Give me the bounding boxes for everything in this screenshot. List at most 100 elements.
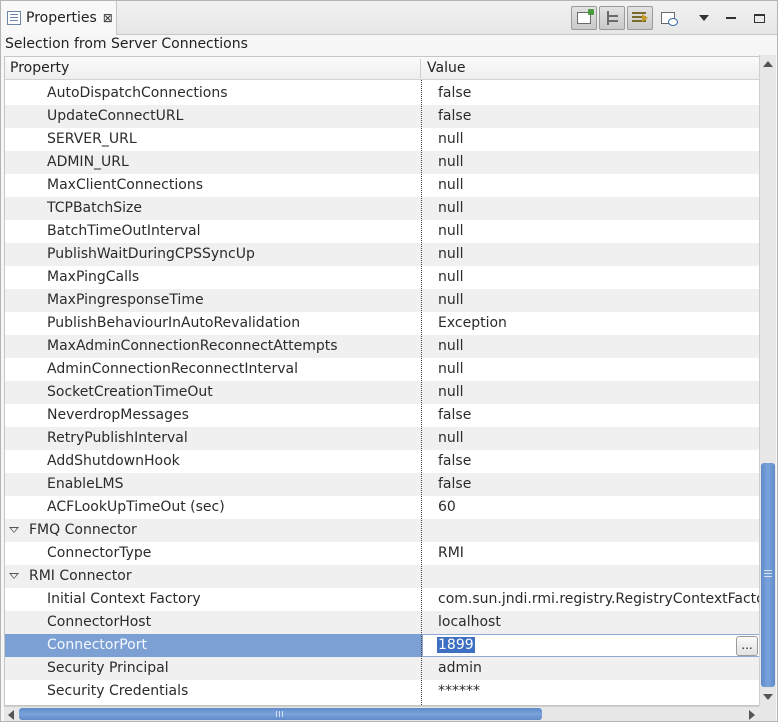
value-cell-editor[interactable]: 1899...: [422, 634, 761, 657]
expand-collapse-icon[interactable]: [9, 573, 19, 579]
property-name: MaxPingCalls: [47, 269, 140, 285]
minimize-button[interactable]: [718, 6, 744, 30]
table-row[interactable]: ACFLookUpTimeOut (sec) 60: [5, 496, 761, 519]
table-row[interactable]: ConnectorPort 1899...: [5, 634, 761, 657]
table-row[interactable]: AutoDispatchConnections false: [5, 82, 761, 105]
table-row[interactable]: BatchTimeOutInterval null: [5, 220, 761, 243]
table-row[interactable]: MaxAdminConnectionReconnectAttempts null: [5, 335, 761, 358]
pin-to-selection-button[interactable]: [571, 6, 597, 30]
maximize-button[interactable]: [746, 6, 772, 30]
property-value[interactable]: admin: [438, 660, 482, 676]
table-row[interactable]: AdminConnectionReconnectInterval null: [5, 358, 761, 381]
horizontal-scroll-thumb[interactable]: [19, 708, 542, 720]
column-divider[interactable]: [420, 59, 421, 78]
view-menu-button[interactable]: [691, 6, 717, 30]
property-value[interactable]: null: [438, 246, 464, 262]
properties-view: Properties ⊠ Selection from Server Conne…: [0, 0, 778, 722]
property-value[interactable]: null: [438, 154, 464, 170]
grip-icon: [276, 711, 277, 717]
property-value[interactable]: null: [438, 223, 464, 239]
properties-icon: [7, 11, 21, 25]
vertical-scrollbar[interactable]: [759, 55, 776, 706]
maximize-icon: [753, 13, 765, 23]
table-row[interactable]: SERVER_URL null: [5, 128, 761, 151]
restore-default-button[interactable]: [655, 6, 681, 30]
category-label: FMQ Connector: [29, 522, 137, 538]
show-categories-button[interactable]: [599, 6, 625, 30]
property-name: UpdateConnectURL: [47, 108, 184, 124]
scroll-left-icon[interactable]: [8, 710, 14, 720]
property-value[interactable]: localhost: [438, 614, 501, 630]
category-row[interactable]: RMI Connector: [5, 565, 761, 588]
table-row[interactable]: MaxPingCalls null: [5, 266, 761, 289]
property-name: ACFLookUpTimeOut (sec): [47, 499, 225, 515]
property-name: AdminConnectionReconnectInterval: [47, 361, 298, 377]
property-value[interactable]: null: [438, 292, 464, 308]
property-value[interactable]: false: [438, 453, 471, 469]
table-body: AutoDispatchConnections false UpdateConnec…: [5, 82, 775, 703]
property-name: EnableLMS: [47, 476, 124, 492]
property-value[interactable]: false: [438, 108, 471, 124]
horizontal-scrollbar[interactable]: [4, 706, 759, 721]
table-row[interactable]: PublishWaitDuringCPSSyncUp null: [5, 243, 761, 266]
view-tab-bar: Properties ⊠: [1, 1, 777, 35]
table-row[interactable]: Security Credentials ******: [5, 680, 761, 703]
table-row[interactable]: AddShutdownHook false: [5, 450, 761, 473]
property-name: PublishBehaviourInAutoRevalidation: [47, 315, 301, 331]
table-row[interactable]: SocketCreationTimeOut null: [5, 381, 761, 404]
property-value[interactable]: false: [438, 407, 471, 423]
view-menu-icon: [699, 15, 709, 21]
table-row[interactable]: Security Principal admin: [5, 657, 761, 680]
scroll-up-icon[interactable]: [763, 61, 773, 67]
expand-collapse-icon[interactable]: [9, 527, 19, 533]
property-value[interactable]: null: [438, 384, 464, 400]
property-value[interactable]: RMI: [438, 545, 464, 561]
table-row[interactable]: Initial Context Factory com.sun.jndi.rmi.…: [5, 588, 775, 611]
table-row[interactable]: UpdateConnectURL false: [5, 105, 761, 128]
table-row[interactable]: RetryPublishInterval null: [5, 427, 761, 450]
selection-title: Selection from Server Connections: [5, 36, 248, 52]
table-row[interactable]: EnableLMS false: [5, 473, 761, 496]
table-row[interactable]: MaxClientConnections null: [5, 174, 761, 197]
category-row[interactable]: FMQ Connector: [5, 519, 761, 542]
property-name: BatchTimeOutInterval: [47, 223, 201, 239]
property-value[interactable]: ******: [438, 683, 480, 699]
table-row[interactable]: MaxPingresponseTime null: [5, 289, 761, 312]
property-value[interactable]: null: [438, 131, 464, 147]
property-value[interactable]: Exception: [438, 315, 507, 331]
edit-value-button[interactable]: ...: [736, 636, 758, 656]
table-row[interactable]: NeverdropMessages false: [5, 404, 761, 427]
table-header: Property Value: [5, 57, 761, 80]
tree-icon: [605, 11, 619, 25]
property-value[interactable]: com.sun.jndi.rmi.registry.RegistryContex…: [438, 591, 775, 607]
table-row[interactable]: ADMIN_URL null: [5, 151, 761, 174]
table-row[interactable]: ConnectorHost localhost: [5, 611, 761, 634]
property-name: Security Principal: [47, 660, 169, 676]
property-value[interactable]: null: [438, 269, 464, 285]
table-row[interactable]: PublishBehaviourInAutoRevalidation Except…: [5, 312, 761, 335]
property-value[interactable]: null: [438, 430, 464, 446]
property-value[interactable]: null: [438, 338, 464, 354]
scroll-right-icon[interactable]: [749, 710, 755, 720]
property-value-input[interactable]: 1899: [437, 637, 475, 653]
properties-tab[interactable]: Properties ⊠: [1, 1, 117, 35]
property-name: TCPBatchSize: [47, 200, 142, 216]
scroll-down-icon[interactable]: [763, 694, 773, 700]
scrollbar-corner: [759, 706, 776, 721]
close-icon[interactable]: ⊠: [103, 11, 113, 25]
property-value[interactable]: false: [438, 476, 471, 492]
table-row[interactable]: TCPBatchSize null: [5, 197, 761, 220]
property-value[interactable]: null: [438, 177, 464, 193]
property-value[interactable]: 60: [438, 499, 456, 515]
property-value[interactable]: false: [438, 85, 471, 101]
property-value[interactable]: null: [438, 361, 464, 377]
property-value[interactable]: null: [438, 200, 464, 216]
column-header-property[interactable]: Property: [10, 60, 69, 76]
property-name: SocketCreationTimeOut: [47, 384, 213, 400]
show-advanced-button[interactable]: [627, 6, 653, 30]
property-name: AddShutdownHook: [47, 453, 180, 469]
column-header-value[interactable]: Value: [427, 60, 465, 76]
property-name: RetryPublishInterval: [47, 430, 188, 446]
vertical-scroll-thumb[interactable]: [761, 463, 775, 687]
table-row[interactable]: ConnectorType RMI: [5, 542, 761, 565]
